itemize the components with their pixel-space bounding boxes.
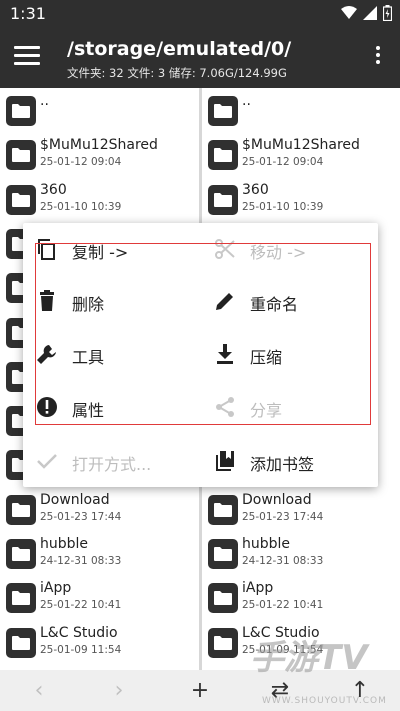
file-row[interactable]: hubble 24-12-31 08:33 <box>0 533 199 577</box>
trash-icon <box>40 290 54 311</box>
menu-rename-label: 重命名 <box>250 295 299 314</box>
menu-properties-label: 属性 <box>72 401 105 420</box>
more-options-icon[interactable] <box>376 46 382 67</box>
status-bar: 1:31 <box>0 0 400 28</box>
folder-icon <box>6 539 36 569</box>
hamburger-menu-icon[interactable] <box>14 46 40 70</box>
file-row[interactable]: iApp 25-01-22 10:41 <box>0 577 199 621</box>
menu-copy-label: 复制 -> <box>72 243 129 262</box>
status-icons <box>341 5 392 21</box>
file-name: Download <box>40 491 110 508</box>
file-date: 25-01-10 10:39 <box>40 200 122 213</box>
storage-info: 文件夹: 32 文件: 3 储存: 7.06G/124.99G <box>67 66 287 80</box>
menu-delete[interactable]: 删除 <box>27 277 197 327</box>
file-row[interactable]: $MuMu12Shared 25-01-12 09:04 <box>202 134 400 178</box>
file-date: 25-01-23 17:44 <box>40 510 122 523</box>
file-name: iApp <box>242 580 274 597</box>
app-bar: /storage/emulated/0/ 文件夹: 32 文件: 3 储存: 7… <box>0 28 400 88</box>
file-name: 360 <box>40 181 67 198</box>
folder-icon <box>208 583 238 614</box>
file-date: 25-01-12 09:04 <box>242 156 324 169</box>
file-date: 25-01-10 10:39 <box>242 200 324 213</box>
menu-compress[interactable]: 压缩 <box>205 330 375 380</box>
folder-icon <box>6 627 36 658</box>
menu-tools[interactable]: 工具 <box>27 330 197 380</box>
folder-icon <box>6 184 36 215</box>
share-icon <box>216 397 234 417</box>
wrench-icon <box>37 345 56 364</box>
status-time: 1:31 <box>10 4 46 23</box>
back-icon[interactable]: ‹ <box>24 676 54 706</box>
folder-icon <box>208 140 238 171</box>
folder-icon <box>6 583 36 614</box>
info-alert-icon <box>37 397 57 417</box>
file-date: 24-12-31 08:33 <box>40 555 122 567</box>
folder-icon <box>208 184 238 215</box>
menu-properties[interactable]: 属性 <box>27 383 197 433</box>
file-name: L&C Studio <box>40 624 118 641</box>
file-date: 25-01-09 11:54 <box>40 643 122 656</box>
file-row[interactable]: .. <box>202 90 400 134</box>
file-name: 360 <box>242 181 269 198</box>
context-menu: 复制 -> 移动 -> 删除 重命名 工具 压缩 属性 分享 打开方式... 添… <box>23 223 378 487</box>
current-path: /storage/emulated/0/ <box>67 38 292 60</box>
copy-icon <box>38 239 55 260</box>
bookmarks-icon <box>216 451 234 471</box>
file-row[interactable]: iApp 25-01-22 10:41 <box>202 577 400 621</box>
file-name: .. <box>242 93 251 109</box>
menu-tools-label: 工具 <box>72 348 105 367</box>
check-icon <box>37 454 57 469</box>
menu-open-with[interactable]: 打开方式... <box>27 437 197 487</box>
pencil-icon <box>216 293 233 310</box>
watermark-url: WWW.SHOUYOUTV.COM <box>262 696 387 706</box>
folder-icon <box>208 539 238 569</box>
folder-icon <box>6 140 36 171</box>
file-name: Download <box>242 491 312 508</box>
file-date: 25-01-22 10:41 <box>40 599 122 612</box>
menu-move[interactable]: 移动 -> <box>205 225 375 275</box>
wifi-icon <box>341 6 357 19</box>
file-date: 25-01-22 10:41 <box>242 599 324 612</box>
menu-delete-label: 删除 <box>72 295 105 314</box>
battery-icon <box>383 5 392 21</box>
file-name: iApp <box>40 580 72 597</box>
menu-share[interactable]: 分享 <box>205 383 375 433</box>
menu-add-bookmark[interactable]: 添加书签 <box>205 437 375 487</box>
forward-icon[interactable]: › <box>104 676 134 706</box>
add-icon[interactable]: + <box>185 676 215 706</box>
scissors-icon <box>215 239 235 259</box>
file-date: 25-01-23 17:44 <box>242 510 324 523</box>
file-row[interactable]: Download 25-01-23 17:44 <box>0 489 199 533</box>
folder-icon <box>6 96 36 126</box>
menu-move-label: 移动 -> <box>250 243 307 262</box>
file-row[interactable]: 360 25-01-10 10:39 <box>0 179 199 223</box>
file-row[interactable]: hubble 24-12-31 08:33 <box>202 533 400 577</box>
file-row[interactable]: Download 25-01-23 17:44 <box>202 489 400 533</box>
menu-copy[interactable]: 复制 -> <box>27 225 197 275</box>
menu-compress-label: 压缩 <box>250 348 283 367</box>
file-name: hubble <box>40 536 89 552</box>
file-date: 24-12-31 08:33 <box>242 555 324 567</box>
menu-share-label: 分享 <box>250 401 283 420</box>
folder-icon <box>208 96 238 126</box>
menu-open-with-label: 打开方式... <box>72 455 152 474</box>
file-row[interactable]: .. <box>0 90 199 134</box>
folder-icon <box>208 494 238 525</box>
file-name: $MuMu12Shared <box>242 137 360 154</box>
menu-add-bookmark-label: 添加书签 <box>250 455 315 474</box>
watermark-logo: 手游TV <box>250 638 368 678</box>
file-row[interactable]: 360 25-01-10 10:39 <box>202 179 400 223</box>
menu-rename[interactable]: 重命名 <box>205 277 375 327</box>
file-name: $MuMu12Shared <box>40 137 158 154</box>
download-icon <box>217 344 233 364</box>
file-name: .. <box>40 93 49 109</box>
signal-icon <box>363 6 377 20</box>
file-date: 25-01-12 09:04 <box>40 156 122 169</box>
file-row[interactable]: L&C Studio 25-01-09 11:54 <box>0 622 199 666</box>
folder-icon <box>6 494 36 525</box>
file-row[interactable]: $MuMu12Shared 25-01-12 09:04 <box>0 134 199 178</box>
file-name: hubble <box>242 536 291 552</box>
folder-icon <box>208 627 238 658</box>
